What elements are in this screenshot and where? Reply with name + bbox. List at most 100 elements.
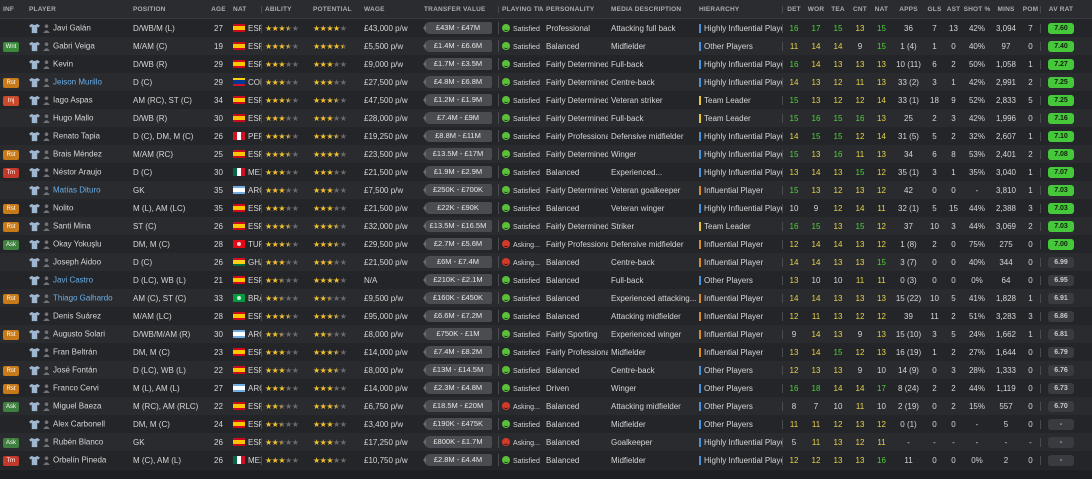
person-info-icon[interactable] [43, 95, 50, 105]
table-row[interactable]: Rst Santi Mina ST (C) 26 ESP ★★★★★ ★★★★★ £32,00… [0, 217, 1092, 236]
column-header-transfer-value[interactable]: TRANSFER VALUE [421, 5, 499, 13]
transfer-value[interactable]: £13.5M - £17M [423, 148, 492, 160]
player-name[interactable]: Joseph Aidoo [53, 257, 101, 266]
column-header-position[interactable]: POSITION [130, 6, 207, 13]
player-name[interactable]: Orbelín Pineda [53, 455, 106, 464]
table-row[interactable]: WntGabri VeigaM/AM (C)19ESP★★★★★★★★★★£5,… [0, 37, 1092, 56]
player-name[interactable]: Javi Castro [53, 275, 93, 284]
player-name[interactable]: Denis Suárez [53, 311, 101, 320]
info-badge[interactable]: Rst [3, 365, 19, 376]
player-name[interactable]: Miguel Baeza [53, 401, 101, 410]
column-header-personality[interactable]: PERSONALITY [543, 6, 608, 13]
transfer-value[interactable]: £160K - £450K [423, 292, 492, 304]
transfer-value[interactable]: £1.7M - £3.5M [423, 58, 492, 70]
info-badge[interactable]: Ask [3, 437, 19, 448]
table-row[interactable]: Rst Brais Méndez M/AM (RC) 25 ESP ★★★★★ ★★★★★ £… [0, 145, 1092, 164]
table-row[interactable]: Rst Augusto Solari D/WB/M/AM (R) 30 ARG ★★★★★… [0, 325, 1092, 344]
info-badge[interactable]: Rst [3, 329, 19, 340]
table-row[interactable]: Javi Castro D (LC), WB (L) 21 ESP ★★★★★ ★★★★★… [0, 271, 1092, 290]
transfer-value[interactable]: £4.8M - £6.8M [423, 76, 492, 88]
table-row[interactable]: Rst Franco Cervi M (L), AM (L) 27 ARG ★★★★★ ★★… [0, 379, 1092, 398]
transfer-value[interactable]: £43M - £47M [423, 22, 492, 34]
player-name[interactable]: Franco Cervi [53, 383, 99, 392]
transfer-value[interactable]: £190K - £475K [423, 418, 492, 430]
player-name[interactable]: Fran Beltrán [53, 347, 97, 356]
transfer-value[interactable]: £1.4M - £6.6M [423, 40, 492, 52]
player-name[interactable]: Kevin [53, 59, 73, 68]
info-badge[interactable]: Wnt [3, 41, 19, 52]
table-row[interactable]: Ask Okay Yokuşlu DM, M (C) 28 TUR ★★★★★ ★★★★★ £… [0, 235, 1092, 254]
player-name[interactable]: Néstor Araujo [53, 167, 101, 176]
player-name[interactable]: Iago Aspas [53, 95, 93, 104]
column-header-wor[interactable]: WOR [805, 6, 827, 13]
transfer-value[interactable]: £210K - £2.1M [423, 274, 492, 286]
transfer-value[interactable]: £1.2M - £1.9M [423, 94, 492, 106]
player-name[interactable]: Matías Dituro [53, 185, 101, 194]
person-info-icon[interactable] [43, 311, 50, 321]
table-row[interactable]: Rst Thiago Galhardo AM (C), ST (C) 33 BRA ★★★… [0, 289, 1092, 308]
info-badge[interactable]: Ask [3, 239, 19, 250]
info-badge[interactable]: Rst [3, 149, 19, 160]
column-header-cnt[interactable]: CNT [849, 6, 871, 13]
table-row[interactable]: Renato Tapia D (C), DM, M (C) 26 PER ★★★★★ ★★… [0, 127, 1092, 146]
person-info-icon[interactable] [43, 419, 50, 429]
info-badge[interactable]: Rst [3, 77, 19, 88]
person-info-icon[interactable] [43, 23, 50, 33]
transfer-value[interactable]: £6.6M - £7.2M [423, 310, 492, 322]
column-header-hierarchy[interactable]: HIERARCHY [696, 5, 783, 13]
transfer-value[interactable]: £2.8M - £4.4M [423, 454, 492, 466]
column-header-playing-time[interactable]: PLAYING TIME [499, 6, 543, 13]
player-name[interactable]: Hugo Mallo [53, 113, 93, 122]
transfer-value[interactable]: £13.5M - £16.5M [423, 220, 492, 232]
column-header-det[interactable]: DET [783, 6, 805, 13]
player-name[interactable]: Jeison Murillo [53, 77, 102, 86]
player-name[interactable]: Rubén Blanco [53, 437, 103, 446]
person-info-icon[interactable] [43, 239, 50, 249]
column-header-shot[interactable]: SHOT % [963, 6, 991, 13]
person-info-icon[interactable] [43, 59, 50, 69]
transfer-value[interactable]: £7.4M - £8.2M [423, 346, 492, 358]
info-badge[interactable]: Rst [3, 203, 19, 214]
person-info-icon[interactable] [43, 383, 50, 393]
player-name[interactable]: Renato Tapia [53, 131, 100, 140]
column-header-ast[interactable]: AST [944, 6, 963, 13]
transfer-value[interactable]: £250K - £700K [423, 184, 492, 196]
person-info-icon[interactable] [43, 365, 50, 375]
player-name[interactable]: Okay Yokuşlu [53, 239, 101, 248]
table-row[interactable]: Javi Galán D/WB/M (L) 27 ESP ★★★★★ ★★★★★ £43,0… [0, 19, 1092, 38]
person-info-icon[interactable] [43, 185, 50, 195]
transfer-value[interactable]: £13M - £14.5M [423, 364, 492, 376]
player-name[interactable]: Brais Méndez [53, 149, 102, 158]
person-info-icon[interactable] [43, 275, 50, 285]
table-row[interactable]: Alex Carbonell DM, M (C) 24 ESP ★★★★★ ★★★★★ £3… [0, 415, 1092, 434]
person-info-icon[interactable] [43, 455, 50, 465]
person-info-icon[interactable] [43, 131, 50, 141]
table-row[interactable]: Denis Suárez M/AM (LC) 28 ESP ★★★★★ ★★★★★ £95,… [0, 307, 1092, 326]
table-row[interactable]: Fran Beltrán DM, M (C) 23 ESP ★★★★★ ★★★★★ £14,… [0, 343, 1092, 362]
person-info-icon[interactable] [43, 113, 50, 123]
table-row[interactable]: Trn Néstor Araujo D (C) 30 MEX ★★★★★ ★★★★★ £21,… [0, 163, 1092, 182]
person-info-icon[interactable] [43, 293, 50, 303]
person-info-icon[interactable] [43, 41, 50, 51]
transfer-value[interactable]: £22K - £90K [423, 202, 492, 214]
transfer-value[interactable]: £6M - £7.4M [423, 256, 492, 268]
table-row[interactable]: Inj Iago Aspas AM (RC), ST (C) 34 ESP ★★★★★ ★★… [0, 91, 1092, 110]
player-name[interactable]: Alex Carbonell [53, 419, 105, 428]
table-row[interactable]: Joseph Aidoo D (C) 26 GHA ★★★★★ ★★★★★ £21,500 … [0, 253, 1092, 272]
transfer-value[interactable]: £18.5M - £20M [423, 400, 492, 412]
column-header-pom[interactable]: POM [1021, 5, 1041, 13]
transfer-value[interactable]: £2.7M - £5.6M [423, 238, 492, 250]
table-row[interactable]: RstNolitoM (L), AM (LC)35ESP★★★★★★★★★★£2… [0, 199, 1092, 218]
player-name[interactable]: Javi Galán [53, 23, 91, 32]
player-name[interactable]: Gabri Veiga [53, 41, 95, 50]
info-badge[interactable]: Rst [3, 383, 19, 394]
table-row[interactable]: Rst Jeison Murillo D (C) 29 COL ★★★★★ ★★★★★ £27… [0, 73, 1092, 92]
person-info-icon[interactable] [43, 329, 50, 339]
info-badge[interactable]: Trn [3, 167, 19, 178]
person-info-icon[interactable] [43, 401, 50, 411]
person-info-icon[interactable] [43, 167, 50, 177]
table-row[interactable]: Kevin D/WB (R) 29 ESP ★★★★★ ★★★★★ £9,000 p/w £1… [0, 55, 1092, 74]
column-header-age[interactable]: AGE [207, 6, 230, 13]
info-badge[interactable]: Rst [3, 221, 19, 232]
column-header-mins[interactable]: MINS [991, 6, 1021, 13]
